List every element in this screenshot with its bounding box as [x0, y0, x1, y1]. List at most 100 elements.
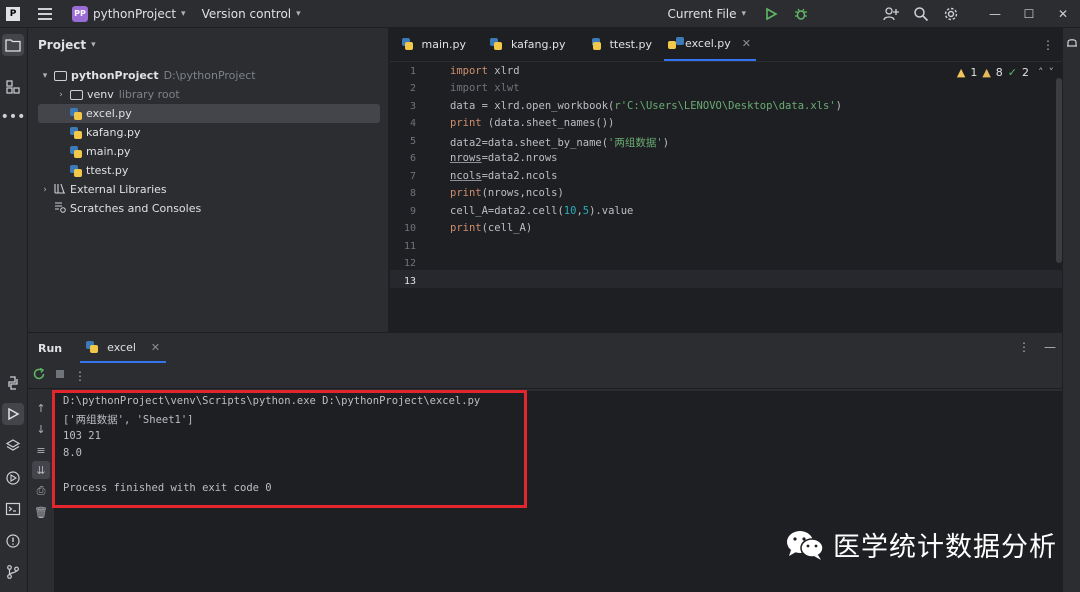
gear-icon[interactable] — [940, 3, 962, 25]
python-file-icon — [490, 38, 502, 50]
weak-warning-count: 8 — [995, 66, 1003, 79]
chevron-down-icon: ▾ — [181, 8, 186, 19]
project-folder-icon[interactable] — [2, 34, 24, 56]
file-label: kafang.py — [86, 126, 141, 139]
run-tab-excel[interactable]: excel ✕ — [80, 333, 167, 363]
run-panel-header: Run excel ✕ ⋮ — — [28, 333, 1062, 363]
right-tool-strip — [1062, 28, 1080, 592]
git-branch-icon[interactable] — [2, 561, 24, 583]
project-panel-header[interactable]: Project ▾ — [28, 28, 388, 62]
add-user-icon[interactable] — [880, 3, 902, 25]
notifications-icon[interactable] — [1065, 36, 1079, 53]
version-control-menu[interactable]: Version control ▾ — [202, 7, 301, 21]
debug-icon[interactable] — [790, 3, 812, 25]
line-number: 2 — [409, 83, 416, 94]
project-name: pythonProject — [93, 6, 177, 21]
tree-item-main-py[interactable]: main.py — [70, 142, 130, 161]
chevron-right-icon: › — [59, 89, 63, 100]
terminal-icon[interactable] — [2, 498, 24, 520]
code-text: xlrd — [487, 65, 520, 77]
more-vertical-icon[interactable]: ⋮ — [1042, 38, 1054, 52]
hide-panel-icon[interactable]: — — [1044, 340, 1056, 354]
code-keyword: import — [450, 65, 488, 77]
trash-icon[interactable]: 🗑 — [32, 503, 50, 521]
line-number: 6 — [409, 153, 416, 164]
minimize-button[interactable]: — — [978, 0, 1012, 28]
services-icon[interactable] — [2, 467, 24, 489]
print-icon[interactable]: ⎙ — [32, 482, 50, 500]
code-text: ) — [662, 137, 670, 149]
tab-kafang-py[interactable]: kafang.py — [478, 27, 580, 61]
run-panel-icon[interactable] — [2, 403, 24, 425]
maximize-button[interactable]: ☐ — [1012, 0, 1046, 28]
folder-icon — [70, 89, 83, 100]
file-label: main.py — [86, 145, 131, 158]
search-icon[interactable] — [910, 3, 932, 25]
code-number: 10 — [563, 205, 577, 217]
code-text: (cell_A) — [481, 222, 533, 234]
structure-icon[interactable] — [2, 76, 24, 98]
run-icon[interactable] — [760, 3, 782, 25]
ok-count: 2 — [1022, 66, 1029, 79]
more-vertical-icon[interactable]: ⋮ — [1018, 340, 1030, 354]
chevron-up-icon[interactable]: ˄ — [1038, 66, 1044, 79]
code-line: data = xlrd.open_workbook(r'C:\Users\LEN… — [450, 100, 842, 112]
check-icon: ✓ — [1007, 66, 1017, 79]
arrow-down-icon[interactable]: ↓ — [32, 420, 50, 438]
tab-excel-py[interactable]: excel.py ✕ — [664, 27, 756, 61]
soft-wrap-icon[interactable]: ≡ — [32, 441, 50, 459]
close-window-button[interactable]: ✕ — [1046, 0, 1080, 28]
code-variable: ncols — [450, 170, 482, 182]
tree-item-external-libraries[interactable]: › External Libraries — [40, 180, 166, 199]
chevron-down-icon: ▾ — [42, 70, 48, 81]
chevron-down-icon[interactable]: ˅ — [1049, 66, 1055, 79]
tab-main-py[interactable]: main.py — [390, 27, 478, 61]
run-tab-label: excel — [107, 340, 136, 354]
line-number-current: 13 — [403, 276, 416, 287]
inspection-widget[interactable]: ▲ 1 ▲ 8 ✓ 2 ˄ ˅ — [957, 66, 1054, 79]
run-configuration-label: Current File — [667, 7, 737, 21]
editor-area: main.py kafang.py ttest.py excel.py ✕ ⋮ … — [390, 28, 1062, 332]
close-icon[interactable]: ✕ — [742, 37, 751, 50]
tree-root-project[interactable]: ▾ pythonProject D:\pythonProject — [40, 66, 256, 85]
python-console-icon[interactable] — [2, 372, 24, 394]
editor-tabs: main.py kafang.py ttest.py excel.py ✕ ⋮ — [390, 28, 1062, 62]
python-file-icon — [70, 107, 82, 120]
arrow-up-icon[interactable]: ↑ — [32, 399, 50, 417]
tab-label: main.py — [421, 37, 466, 51]
tree-item-kafang-py[interactable]: kafang.py — [70, 123, 140, 142]
tree-item-scratches[interactable]: Scratches and Consoles — [54, 199, 201, 218]
tree-item-ttest-py[interactable]: ttest.py — [70, 161, 128, 180]
code-text: ).value — [589, 205, 634, 217]
editor-scrollbar[interactable] — [1056, 78, 1062, 263]
tab-ttest-py[interactable]: ttest.py — [580, 27, 664, 61]
code-text: data = xlrd.open_workbook( — [450, 100, 615, 112]
main-menu-icon[interactable] — [38, 7, 52, 20]
code-text: =data2.nrows — [481, 152, 558, 164]
scratches-label: Scratches and Consoles — [70, 202, 202, 215]
code-line: nrows=data2.nrows — [450, 152, 557, 164]
stop-icon[interactable] — [54, 368, 66, 383]
code-string: '两组数据' — [608, 137, 663, 149]
project-switcher[interactable]: PP pythonProject ▾ — [72, 5, 186, 22]
more-vertical-icon[interactable]: ⋮ — [74, 369, 86, 383]
python-file-icon — [70, 164, 82, 177]
line-number-gutter: 1 2 3 4 5 6 7 8 9 10 11 12 13 — [390, 62, 444, 332]
chevron-down-icon: ▾ — [296, 8, 301, 19]
rerun-icon[interactable] — [32, 367, 46, 384]
run-configuration-select[interactable]: Current File ▾ — [668, 7, 747, 21]
tab-label: kafang.py — [511, 37, 566, 51]
layers-icon[interactable] — [2, 435, 24, 457]
project-panel-title: Project — [38, 38, 87, 52]
tree-item-venv[interactable]: › venv library root — [56, 85, 180, 104]
problems-icon[interactable] — [2, 530, 24, 552]
code-line: print(cell_A) — [450, 222, 532, 234]
close-icon[interactable]: ✕ — [151, 341, 160, 354]
code-keyword: print — [450, 222, 482, 234]
project-panel: Project ▾ ▾ pythonProject D:\pythonProje… — [28, 28, 389, 332]
venv-note: library root — [118, 88, 180, 101]
more-tools-icon[interactable]: ••• — [1, 106, 26, 128]
line-number: 11 — [403, 241, 416, 252]
tree-item-excel-py[interactable]: excel.py — [38, 104, 380, 123]
scroll-to-end-icon[interactable]: ⇊ — [32, 461, 50, 479]
